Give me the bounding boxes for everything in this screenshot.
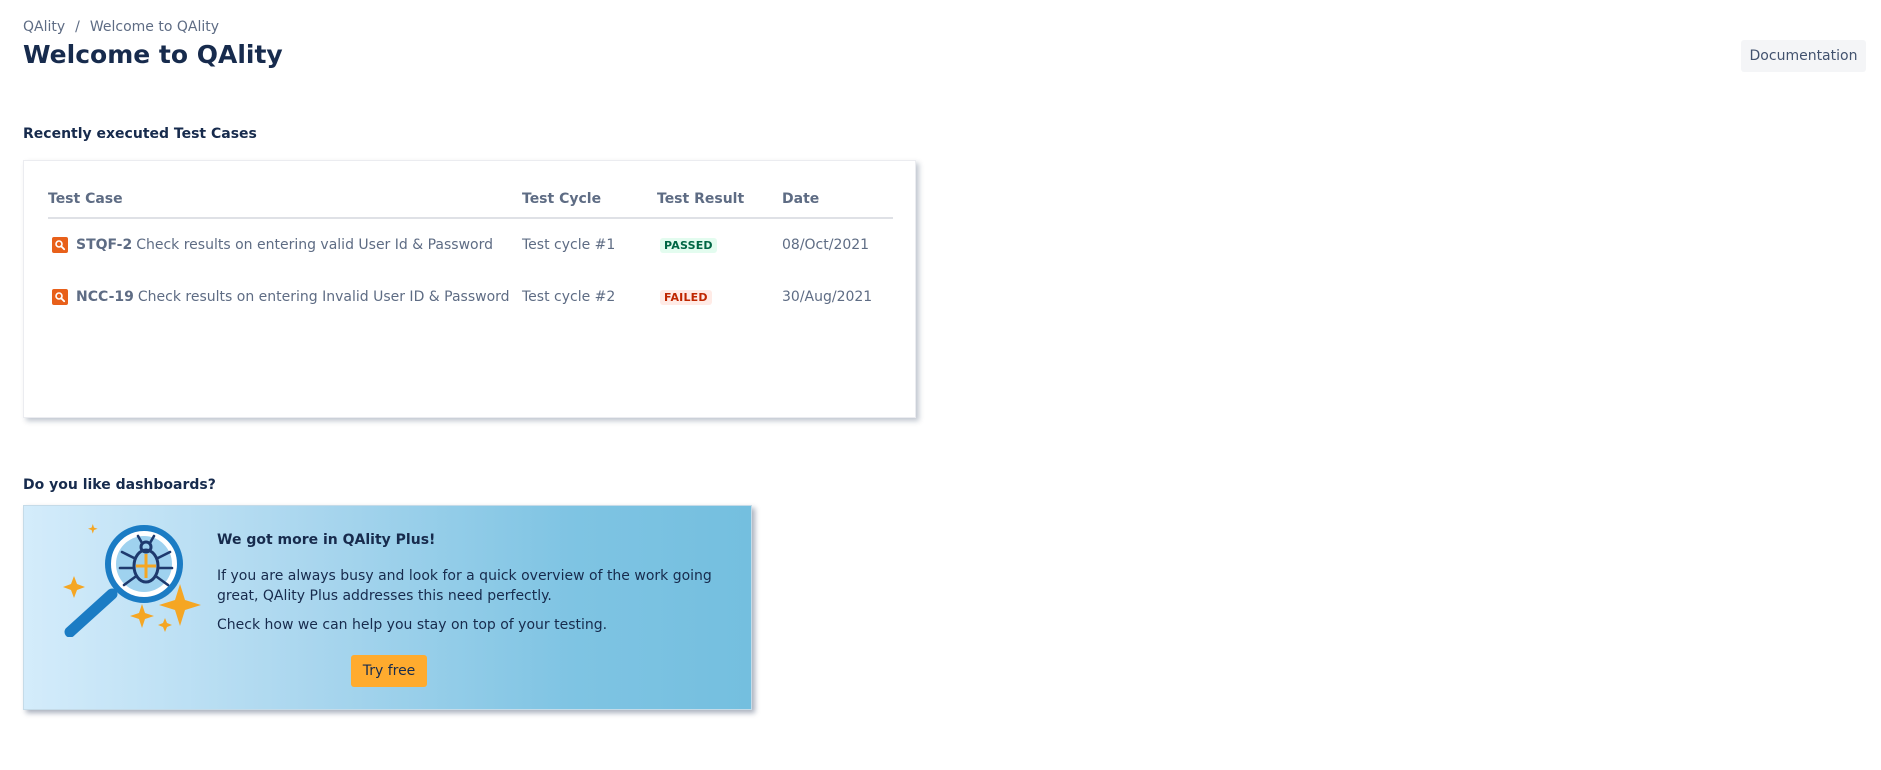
test-case-cell: NCC-19 Check results on entering Invalid… — [48, 271, 522, 323]
promo-text-block: We got more in QAlity Plus! If you are a… — [217, 530, 747, 644]
qality-plus-promo-banner: We got more in QAlity Plus! If you are a… — [23, 505, 752, 710]
date-cell: 30/Aug/2021 — [782, 289, 873, 305]
test-case-key[interactable]: NCC-19 — [76, 289, 134, 305]
test-case-name: Check results on entering valid User Id … — [136, 237, 493, 253]
recent-test-cases-title: Recently executed Test Cases — [23, 126, 257, 142]
magnifier-icon — [52, 289, 68, 305]
recent-test-cases-table: Test Case Test Cycle Test Result Date ST… — [48, 181, 893, 323]
test-result-cell: PASSED — [657, 218, 782, 271]
column-header-date: Date — [782, 181, 893, 219]
test-case-name: Check results on entering Invalid User I… — [137, 289, 510, 305]
bug-magnifier-illustration-icon — [63, 524, 201, 637]
breadcrumb-current-link[interactable]: Welcome to QAlity — [90, 19, 219, 35]
table-header-row: Test Case Test Cycle Test Result Date — [48, 181, 893, 219]
promo-heading: We got more in QAlity Plus! — [217, 532, 436, 548]
column-header-test-cycle: Test Cycle — [522, 181, 657, 219]
breadcrumb-separator: / — [75, 19, 80, 35]
documentation-button[interactable]: Documentation — [1741, 40, 1866, 72]
status-badge-failed: FAILED — [660, 290, 712, 305]
promo-paragraph-help: Check how we can help you stay on top of… — [217, 617, 608, 633]
test-case-key[interactable]: STQF-2 — [76, 237, 132, 253]
column-header-test-result: Test Result — [657, 181, 782, 219]
promo-paragraph-overview: If you are always busy and look for a qu… — [217, 568, 712, 604]
breadcrumb-root-link[interactable]: QAlity — [23, 19, 65, 35]
status-badge-passed: PASSED — [660, 238, 717, 253]
try-free-button[interactable]: Try free — [351, 655, 427, 687]
table-row[interactable]: NCC-19 Check results on entering Invalid… — [48, 271, 893, 323]
column-header-test-case: Test Case — [48, 181, 522, 219]
page-title: Welcome to QAlity — [23, 40, 283, 69]
magnifier-icon — [52, 237, 68, 253]
test-case-link[interactable]: NCC-19 Check results on entering Invalid… — [48, 289, 522, 305]
test-case-cell: STQF-2 Check results on entering valid U… — [48, 218, 522, 271]
recent-test-cases-card: Test Case Test Cycle Test Result Date ST… — [23, 160, 916, 418]
table-row[interactable]: STQF-2 Check results on entering valid U… — [48, 218, 893, 271]
test-cycle-cell: Test cycle #1 — [522, 237, 616, 253]
test-result-cell: FAILED — [657, 271, 782, 323]
dashboards-title: Do you like dashboards? — [23, 477, 216, 493]
test-case-link[interactable]: STQF-2 Check results on entering valid U… — [48, 237, 522, 253]
date-cell: 08/Oct/2021 — [782, 237, 870, 253]
test-cycle-cell: Test cycle #2 — [522, 289, 616, 305]
breadcrumb: QAlity / Welcome to QAlity — [23, 19, 219, 35]
